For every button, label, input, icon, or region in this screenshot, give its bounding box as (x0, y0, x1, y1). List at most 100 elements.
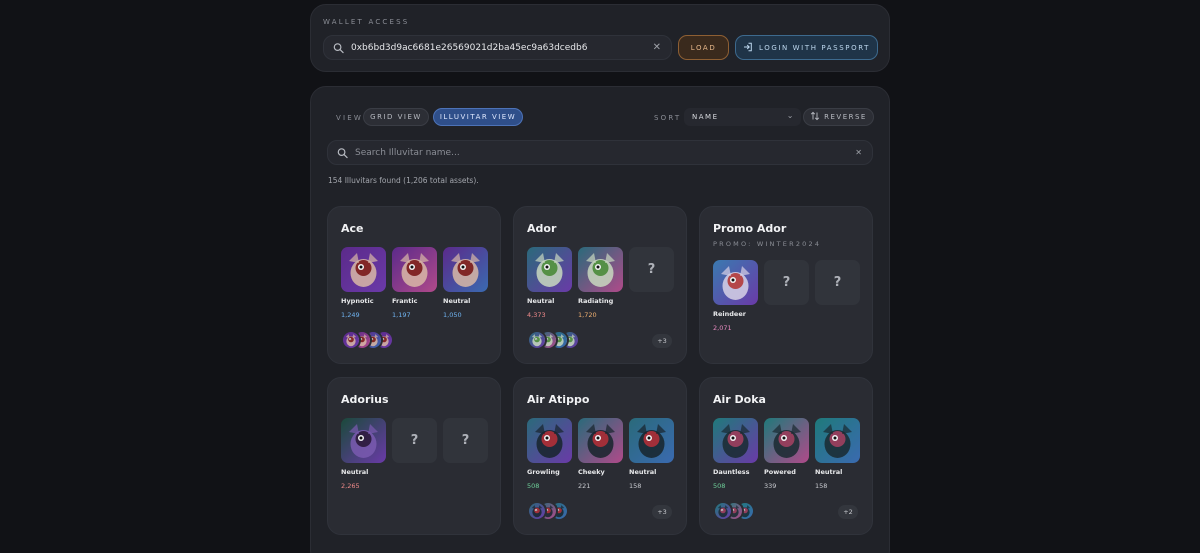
variant-count: 1,249 (341, 311, 360, 319)
question-mark-icon: ? (629, 247, 674, 292)
wallet-address-field[interactable]: ✕ (323, 35, 672, 60)
illuvitar-card[interactable]: Air Doka Dauntless 508 Powered 339 Neutral… (699, 377, 873, 535)
more-variants-badge[interactable]: +3 (652, 505, 672, 519)
swap-vertical-icon (810, 111, 820, 123)
variant-count: 508 (527, 482, 540, 490)
unknown-variant-slot[interactable]: ? (443, 418, 488, 463)
question-mark-icon: ? (443, 418, 488, 463)
variant-slot[interactable]: Reindeer 2,071 (713, 260, 758, 332)
variant-slot[interactable]: Neutral 4,373 (527, 247, 572, 319)
unknown-variant-slot[interactable]: ? (764, 260, 809, 305)
variant-slot[interactable]: Radiating 1,720 (578, 247, 623, 319)
view-label: VIEW (336, 114, 363, 122)
variant-avatar-stack[interactable] (341, 330, 394, 350)
variant-slot[interactable]: Frantic 1,197 (392, 247, 437, 319)
variant-slot[interactable]: Growling 508 (527, 418, 572, 490)
illuvitar-card[interactable]: Ador Neutral 4,373 Radiating 1,720? +3 (513, 206, 687, 364)
variant-name: Neutral (443, 297, 471, 305)
load-button-label: LOAD (690, 43, 717, 52)
illuvitar-card[interactable]: Promo Ador PROMO: WINTER2024 Reindeer 2,07… (699, 206, 873, 364)
variant-slot[interactable]: Neutral 2,265 (341, 418, 386, 490)
tab-illuvitar-view-label: ILLUVITAR VIEW (439, 113, 517, 121)
variant-name: Powered (764, 468, 796, 476)
variant-count: 2,071 (713, 324, 732, 332)
question-mark-icon: ? (392, 418, 437, 463)
reverse-label: REVERSE (824, 113, 867, 121)
variant-count: 339 (764, 482, 777, 490)
illuvitar-card[interactable]: Air Atippo Growling 508 Cheeky 221 Neutral… (513, 377, 687, 535)
variant-count: 2,265 (341, 482, 360, 490)
results-count: 154 Illuvitars found (1,206 total assets… (328, 176, 479, 185)
illuvitar-card[interactable]: Ace Hypnotic 1,249 Frantic 1,197 Neutral 1,… (327, 206, 501, 364)
variant-count: 221 (578, 482, 591, 490)
air-atippo-cheeky-portrait (578, 418, 623, 463)
sort-select[interactable]: NAME ⌄ (684, 108, 801, 126)
card-title: Ace (341, 222, 364, 235)
reverse-sort-button[interactable]: REVERSE (803, 108, 874, 126)
promo-ador-reindeer-portrait (713, 260, 758, 305)
wallet-address-input[interactable] (351, 36, 645, 59)
card-subtitle: PROMO: WINTER2024 (713, 240, 822, 248)
card-title: Adorius (341, 393, 389, 406)
load-button[interactable]: LOAD (678, 35, 729, 60)
variant-count: 508 (713, 482, 726, 490)
tab-grid-view-label: GRID VIEW (370, 113, 422, 121)
variant-avatar (713, 501, 733, 521)
air-atippo-growling-portrait (527, 418, 572, 463)
variant-avatar-stack[interactable] (527, 501, 569, 521)
more-variants-badge[interactable]: +2 (838, 505, 858, 519)
card-title: Air Doka (713, 393, 766, 406)
unknown-variant-slot[interactable]: ? (629, 247, 674, 292)
card-title: Promo Ador (713, 222, 787, 235)
air-doka-powered-portrait (764, 418, 809, 463)
question-mark-icon: ? (815, 260, 860, 305)
more-variants-badge[interactable]: +3 (652, 334, 672, 348)
illuvitar-card[interactable]: Adorius Neutral 2,265?? (327, 377, 501, 535)
tab-grid-view[interactable]: GRID VIEW (363, 108, 429, 126)
air-doka-neutral-portrait (815, 418, 860, 463)
variant-name: Neutral (815, 468, 843, 476)
variant-count: 4,373 (527, 311, 546, 319)
ador-neutral-portrait (527, 247, 572, 292)
tab-illuvitar-view[interactable]: ILLUVITAR VIEW (433, 108, 523, 126)
variant-avatar-stack[interactable] (713, 501, 755, 521)
sort-select-value: NAME (692, 113, 719, 121)
login-with-passport-label: LOGIN WITH PASSPORT (758, 43, 871, 52)
clear-address-icon[interactable]: ✕ (653, 42, 661, 53)
variant-slot[interactable]: Powered 339 (764, 418, 809, 490)
question-mark-icon: ? (764, 260, 809, 305)
variant-name: Neutral (341, 468, 369, 476)
variant-name: Dauntless (713, 468, 750, 476)
variant-count: 1,720 (578, 311, 597, 319)
variant-slot[interactable]: Hypnotic 1,249 (341, 247, 386, 319)
variant-name: Frantic (392, 297, 418, 305)
variant-name: Growling (527, 468, 560, 476)
ace-neutral-portrait (443, 247, 488, 292)
chevron-down-icon: ⌄ (786, 111, 795, 120)
illuvitar-search-field[interactable]: ✕ (327, 140, 873, 165)
variant-slot[interactable]: Neutral 1,050 (443, 247, 488, 319)
variant-avatar-stack[interactable] (527, 330, 580, 350)
variant-count: 1,197 (392, 311, 411, 319)
variant-slot[interactable]: Neutral 158 (629, 418, 674, 490)
variant-name: Hypnotic (341, 297, 374, 305)
adorius-neutral-portrait (341, 418, 386, 463)
variant-name: Radiating (578, 297, 614, 305)
search-icon (337, 143, 348, 162)
login-with-passport-button[interactable]: LOGIN WITH PASSPORT (735, 35, 878, 60)
variant-slot[interactable]: Neutral 158 (815, 418, 860, 490)
variant-count: 158 (629, 482, 642, 490)
illuvitar-search-input[interactable] (355, 141, 846, 164)
variant-name: Cheeky (578, 468, 605, 476)
wallet-access-panel: WALLET ACCESS ✕ LOAD LOGIN WITH PASSPORT (310, 4, 890, 72)
variant-slot[interactable]: Dauntless 508 (713, 418, 758, 490)
variant-avatar (527, 330, 547, 350)
variant-name: Neutral (527, 297, 555, 305)
unknown-variant-slot[interactable]: ? (815, 260, 860, 305)
clear-search-icon[interactable]: ✕ (855, 148, 862, 157)
login-icon (743, 42, 753, 54)
variant-name: Neutral (629, 468, 657, 476)
wallet-access-label: WALLET ACCESS (323, 18, 410, 26)
variant-slot[interactable]: Cheeky 221 (578, 418, 623, 490)
unknown-variant-slot[interactable]: ? (392, 418, 437, 463)
